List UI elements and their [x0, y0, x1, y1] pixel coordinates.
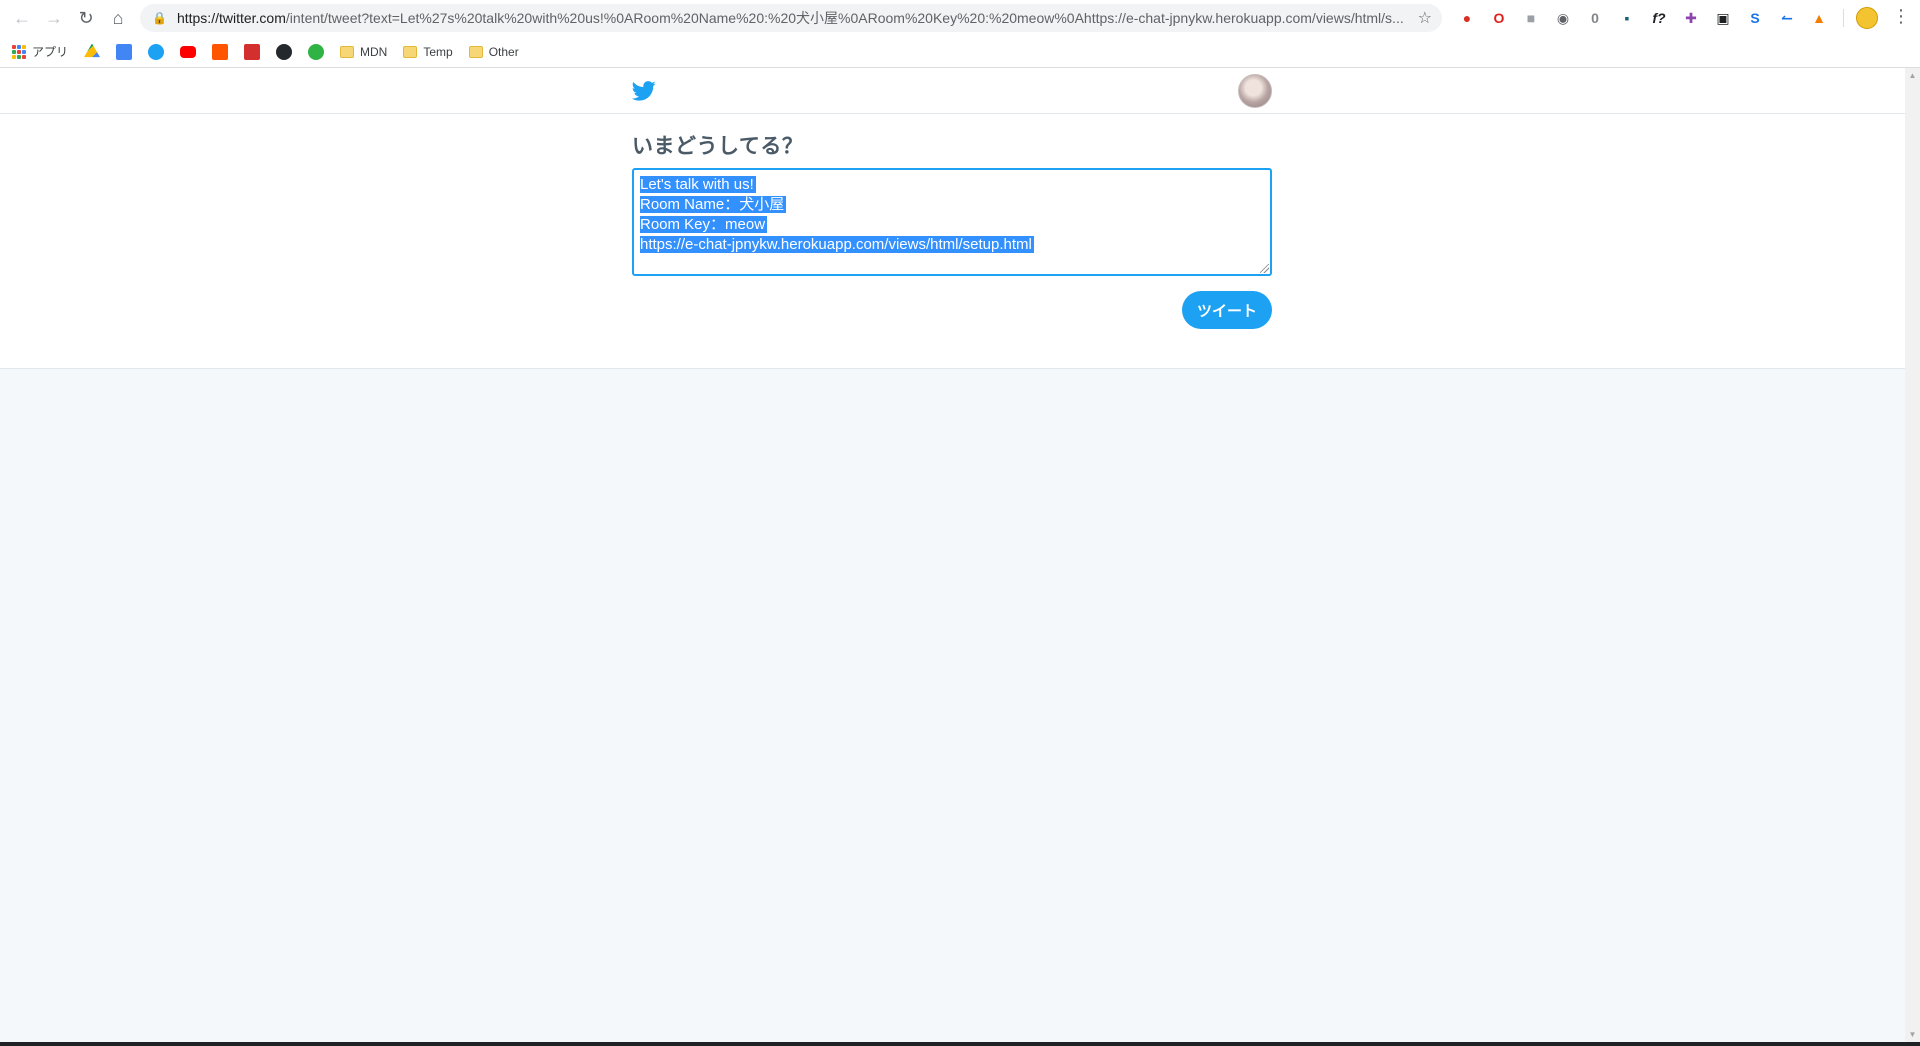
extension-gray-icon[interactable]: ■ — [1519, 6, 1543, 30]
window-bottom-edge — [0, 1042, 1920, 1046]
forward-arrow-icon[interactable]: → — [38, 2, 70, 34]
extension-s-icon[interactable]: S — [1743, 6, 1767, 30]
extension-box-icon[interactable]: 0 — [1583, 6, 1607, 30]
extension-mask-icon[interactable]: ▣ — [1711, 6, 1735, 30]
extension-red-icon[interactable]: ● — [1455, 6, 1479, 30]
twitter-bird-icon — [148, 43, 165, 60]
compose-prompt-heading: いまどうしてる？ — [632, 134, 804, 158]
tweet-textarea[interactable]: Let's talk with us! Room Name：犬小屋 Room K… — [632, 168, 1272, 276]
page-content: いまどうしてる？ Let's talk with us! Room Name：犬… — [0, 68, 1905, 1046]
bookmark-twitter[interactable] — [148, 43, 165, 60]
bookmark-youtube[interactable] — [180, 45, 197, 58]
folder-icon — [403, 45, 418, 58]
bookmark-label: Temp — [423, 44, 453, 59]
translate-icon[interactable]: ↼ — [1775, 6, 1799, 30]
toolbar-divider — [1843, 9, 1844, 27]
tweet-text-line: Room Name：犬小屋 — [640, 196, 787, 213]
bookmark-soundcloud[interactable] — [212, 43, 229, 60]
bookmark-folder-mdn[interactable]: MDN — [340, 45, 387, 59]
browser-toolbar: ← → ↻ ⌂ 🔒 https://twitter.com/intent/twe… — [0, 0, 1920, 36]
soundcloud-icon — [212, 43, 229, 60]
bookmark-label: MDN — [360, 44, 388, 59]
bookmark-green-icon — [308, 43, 325, 60]
user-avatar[interactable] — [1238, 74, 1272, 108]
bookmark-apps[interactable]: アプリ — [12, 43, 68, 60]
tweet-text-line: Room Key：meow — [640, 216, 768, 233]
bookmark-github[interactable] — [276, 43, 293, 60]
extension-chart-icon[interactable]: ▲ — [1807, 6, 1831, 30]
site-header — [0, 68, 1905, 114]
font-inspect-icon[interactable]: f? — [1647, 6, 1671, 30]
bookmarks-bar: アプリ MDN Temp Other — [0, 36, 1920, 68]
compose-panel: いまどうしてる？ Let's talk with us! Room Name：犬… — [0, 114, 1905, 369]
google-drive-icon — [84, 43, 101, 58]
camera-icon[interactable]: ◉ — [1551, 6, 1575, 30]
bookmark-folder-other[interactable]: Other — [468, 44, 519, 59]
profile-avatar-icon[interactable] — [1856, 7, 1878, 29]
home-icon[interactable]: ⌂ — [102, 2, 134, 34]
tweet-text-line: https://e-chat-jpnykw.herokuapp.com/view… — [640, 236, 1034, 253]
bookmark-label: Other — [488, 44, 519, 59]
folder-icon — [468, 45, 483, 58]
url-text: https://twitter.com/intent/tweet?text=Le… — [176, 10, 1404, 26]
bookmark-translate[interactable] — [116, 43, 133, 60]
bookmark-red-icon — [244, 43, 261, 60]
google-translate-icon — [116, 43, 133, 60]
address-bar[interactable]: 🔒 https://twitter.com/intent/tweet?text=… — [140, 4, 1442, 32]
bookmark-red[interactable] — [244, 43, 261, 60]
opera-icon[interactable]: O — [1487, 6, 1511, 30]
extensions-area: ● O ■ ◉ 0 ▪ f? ✚ ▣ S ↼ ▲ — [1455, 6, 1878, 30]
page-scrollbar[interactable]: ▲ ▼ — [1905, 68, 1920, 1042]
bookmark-star-icon[interactable]: ☆ — [1418, 8, 1432, 28]
resize-handle[interactable] — [1260, 264, 1269, 273]
extension-dropper-icon[interactable]: ✚ — [1679, 6, 1703, 30]
tweet-button[interactable]: ツイート — [1182, 291, 1272, 329]
bookmark-drive[interactable] — [84, 43, 101, 60]
folder-icon — [340, 45, 355, 58]
youtube-icon — [180, 45, 197, 58]
scroll-down-icon[interactable]: ▼ — [1905, 1027, 1920, 1042]
bookmark-green[interactable] — [308, 43, 325, 60]
tweet-text-line: Let's talk with us! — [640, 176, 756, 193]
reload-icon[interactable]: ↻ — [70, 2, 102, 34]
back-arrow-icon[interactable]: ← — [6, 2, 38, 34]
twitter-logo-icon[interactable] — [632, 81, 656, 101]
browser-menu-icon[interactable]: ⋮ — [1892, 6, 1910, 27]
apps-grid-icon — [12, 44, 26, 59]
bookmark-label: アプリ — [32, 45, 69, 59]
scroll-up-icon[interactable]: ▲ — [1905, 68, 1920, 83]
github-icon — [276, 43, 293, 60]
extension-dark-icon[interactable]: ▪ — [1615, 6, 1639, 30]
bookmark-folder-temp[interactable]: Temp — [403, 44, 453, 59]
lock-icon: 🔒 — [152, 11, 167, 25]
